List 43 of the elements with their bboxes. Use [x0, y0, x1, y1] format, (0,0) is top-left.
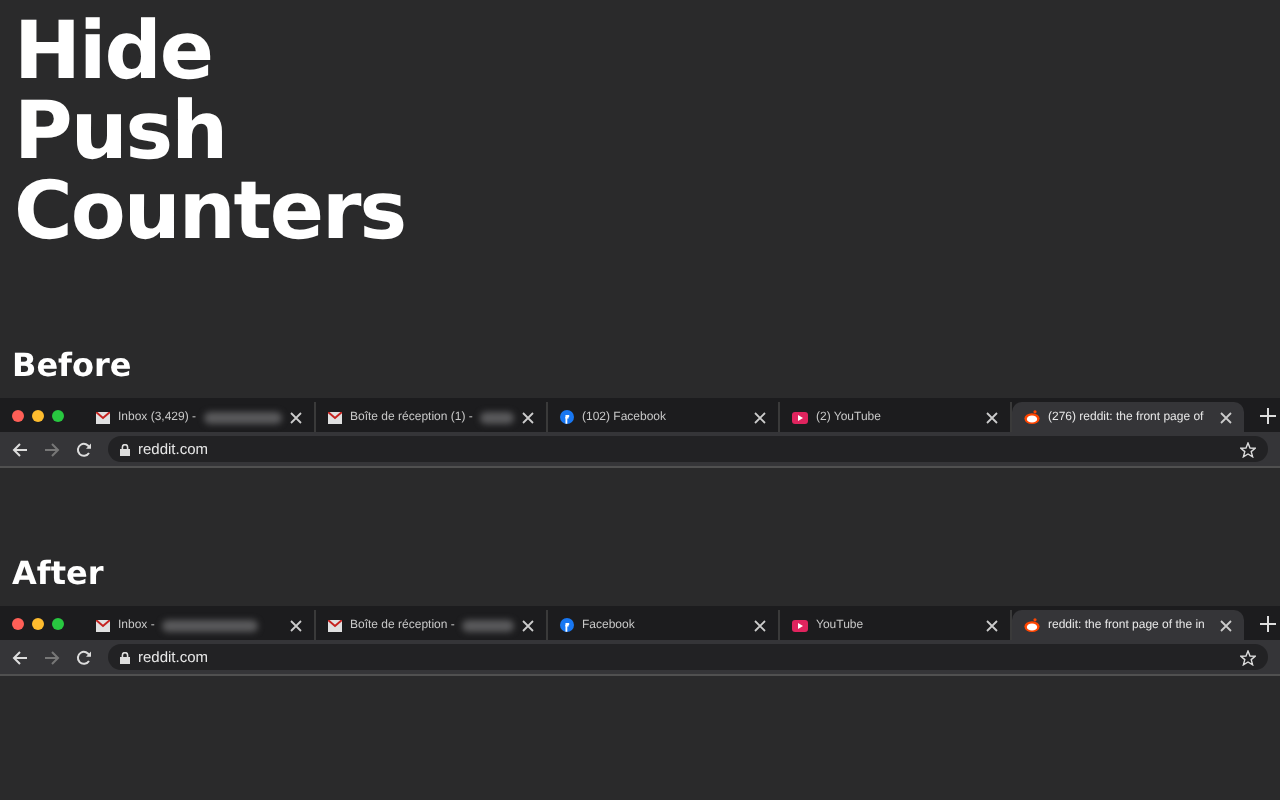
close-icon[interactable]: [754, 411, 766, 423]
reload-icon[interactable]: [76, 441, 92, 457]
video-play-icon: [792, 411, 808, 423]
lock-icon: [120, 443, 130, 455]
maximize-icon[interactable]: [52, 618, 64, 630]
alien-face-icon: [1024, 618, 1040, 632]
reload-icon[interactable]: [76, 649, 92, 665]
back-icon[interactable]: [12, 441, 28, 457]
forward-icon[interactable]: [44, 649, 60, 665]
video-play-icon: [792, 619, 808, 631]
mail-icon: [328, 411, 342, 423]
headline-text: Push: [14, 92, 229, 172]
mail-icon: [328, 619, 342, 631]
close-icon[interactable]: [986, 411, 998, 423]
star-icon[interactable]: [1240, 441, 1256, 457]
close-icon[interactable]: [754, 619, 766, 631]
close-icon[interactable]: [986, 619, 998, 631]
close-icon[interactable]: [12, 618, 24, 630]
headline-text: Counters: [14, 172, 408, 252]
close-icon[interactable]: [290, 619, 302, 631]
facebook-icon: [560, 410, 574, 424]
plus-icon[interactable]: [1260, 616, 1276, 632]
maximize-icon[interactable]: [52, 410, 64, 422]
mail-icon: [96, 619, 110, 631]
section-label: Before: [10, 348, 134, 384]
back-icon[interactable]: [12, 649, 28, 665]
headline-text: Hide: [14, 12, 212, 92]
facebook-icon: [560, 618, 574, 632]
alien-face-icon: [1024, 410, 1040, 424]
section-label: After: [10, 556, 106, 592]
close-icon[interactable]: [290, 411, 302, 423]
minimize-icon[interactable]: [32, 618, 44, 630]
lock-icon: [120, 651, 130, 663]
mail-icon: [96, 411, 110, 423]
star-icon[interactable]: [1240, 649, 1256, 665]
minimize-icon[interactable]: [32, 410, 44, 422]
forward-icon[interactable]: [44, 441, 60, 457]
close-icon[interactable]: [1220, 619, 1232, 631]
plus-icon[interactable]: [1260, 408, 1276, 424]
close-icon[interactable]: [12, 410, 24, 422]
close-icon[interactable]: [522, 619, 534, 631]
close-icon[interactable]: [1220, 411, 1232, 423]
close-icon[interactable]: [522, 411, 534, 423]
